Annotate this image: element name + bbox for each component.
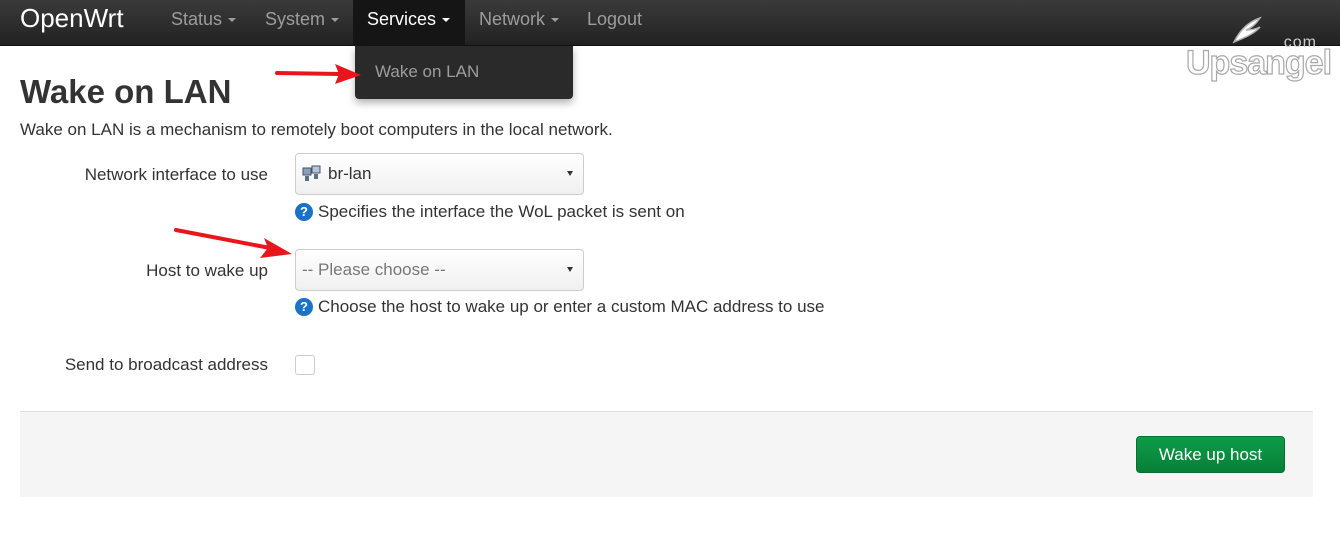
interface-select-value: br-lan: [328, 164, 372, 183]
broadcast-checkbox[interactable]: [295, 355, 315, 375]
wake-up-host-button[interactable]: Wake up host: [1136, 436, 1285, 473]
caret-down-icon: [442, 18, 451, 23]
annotation-arrow-icon: [275, 64, 361, 84]
host-help: ? Choose the host to wake up or enter a c…: [295, 297, 825, 317]
caret-down-icon: [551, 18, 560, 23]
nav-logout[interactable]: Logout: [573, 0, 656, 46]
watermark-text: Upsangel: [1185, 43, 1332, 82]
dropdown-triangle-icon: [567, 171, 573, 176]
caret-down-icon: [228, 18, 237, 23]
wing-icon: [1232, 16, 1262, 44]
menu-item-wake-on-lan[interactable]: Wake on LAN: [375, 62, 479, 82]
services-dropdown-menu: Wake on LAN: [355, 46, 573, 99]
nav-services-label: Services: [367, 9, 437, 29]
nav-status-label: Status: [171, 9, 223, 29]
top-navbar: OpenWrt Status System Services Network L…: [0, 0, 1340, 46]
annotation-arrow-icon: [174, 228, 292, 258]
page-title: Wake on LAN: [20, 73, 232, 110]
nav-services[interactable]: Services: [353, 0, 465, 46]
caret-down-icon: [331, 18, 340, 23]
interface-help-text: Specifies the interface the WoL packet i…: [318, 202, 685, 221]
interface-select[interactable]: br-lan: [295, 153, 584, 195]
question-icon: ?: [295, 298, 313, 316]
interface-help: ? Specifies the interface the WoL packet …: [295, 202, 685, 222]
nav-network[interactable]: Network: [465, 0, 573, 46]
nav-network-label: Network: [479, 9, 546, 29]
nav-status[interactable]: Status: [157, 0, 250, 46]
dropdown-triangle-icon: [567, 267, 573, 272]
host-select-placeholder: -- Please choose --: [302, 260, 446, 279]
host-label: Host to wake up: [146, 261, 268, 280]
nav-system-label: System: [265, 9, 326, 29]
form-actions-bar: Wake up host: [20, 411, 1313, 497]
broadcast-label: Send to broadcast address: [64, 355, 268, 374]
nav-logout-label: Logout: [587, 9, 643, 29]
interface-label: Network interface to use: [84, 165, 268, 184]
question-icon: ?: [295, 203, 313, 221]
host-help-text: Choose the host to wake up or enter a cu…: [318, 297, 825, 316]
page-description: Wake on LAN is a mechanism to remotely b…: [20, 120, 613, 139]
watermark-logo: com Upsangel: [1185, 16, 1333, 88]
host-select[interactable]: -- Please choose --: [295, 249, 584, 291]
nav-system[interactable]: System: [251, 0, 353, 46]
network-interface-icon: [302, 165, 321, 181]
brand-logo[interactable]: OpenWrt: [20, 3, 124, 33]
